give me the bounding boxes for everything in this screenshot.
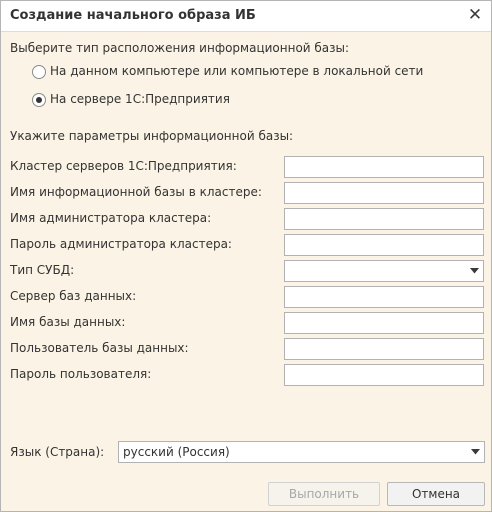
- cluster-label: Кластер серверов 1С:Предприятия:: [10, 159, 237, 173]
- db-server-input[interactable]: [284, 286, 484, 308]
- db-user-input[interactable]: [284, 338, 484, 360]
- db-server-label: Сервер баз данных:: [10, 289, 137, 303]
- user-password-input[interactable]: [284, 364, 484, 386]
- cluster-admin-password-input[interactable]: [284, 234, 484, 256]
- cluster-admin-label: Имя администратора кластера:: [10, 211, 212, 225]
- cluster-admin-input[interactable]: [284, 208, 484, 230]
- infobase-name-label: Имя информационной базы в кластере:: [10, 185, 262, 199]
- language-select[interactable]: русский (Россия): [118, 441, 485, 463]
- radio-local-label[interactable]: На данном компьютере или компьютере в ло…: [50, 64, 423, 78]
- cancel-button[interactable]: Отмена: [387, 482, 485, 506]
- title-bar: Создание начального образа ИБ ✕: [1, 1, 491, 32]
- radio-server[interactable]: [32, 93, 46, 107]
- create-initial-image-dialog: Создание начального образа ИБ ✕ Выберите…: [0, 0, 492, 512]
- language-label: Язык (Страна):: [10, 445, 105, 459]
- user-password-label: Пароль пользователя:: [10, 367, 152, 381]
- dialog-title: Создание начального образа ИБ: [10, 8, 256, 23]
- language-value: русский (Россия): [123, 445, 230, 459]
- db-name-label: Имя базы данных:: [10, 315, 126, 329]
- chevron-down-icon[interactable]: [466, 442, 484, 462]
- infobase-name-input[interactable]: [284, 182, 484, 204]
- db-user-label: Пользователь базы данных:: [10, 341, 189, 355]
- params-prompt: Укажите параметры информационной базы:: [10, 129, 294, 143]
- location-prompt: Выберите тип расположения информационной…: [10, 41, 350, 55]
- dbms-type-select[interactable]: [284, 260, 484, 282]
- db-name-input[interactable]: [284, 312, 484, 334]
- dbms-type-label: Тип СУБД:: [10, 263, 75, 277]
- close-icon[interactable]: ✕: [466, 5, 484, 25]
- cluster-admin-password-label: Пароль администратора кластера:: [10, 237, 232, 251]
- cluster-input[interactable]: [284, 156, 484, 178]
- radio-server-label[interactable]: На сервере 1С:Предприятия: [50, 92, 230, 106]
- radio-local[interactable]: [32, 65, 46, 79]
- chevron-down-icon[interactable]: [465, 261, 483, 281]
- execute-button[interactable]: Выполнить: [268, 482, 380, 506]
